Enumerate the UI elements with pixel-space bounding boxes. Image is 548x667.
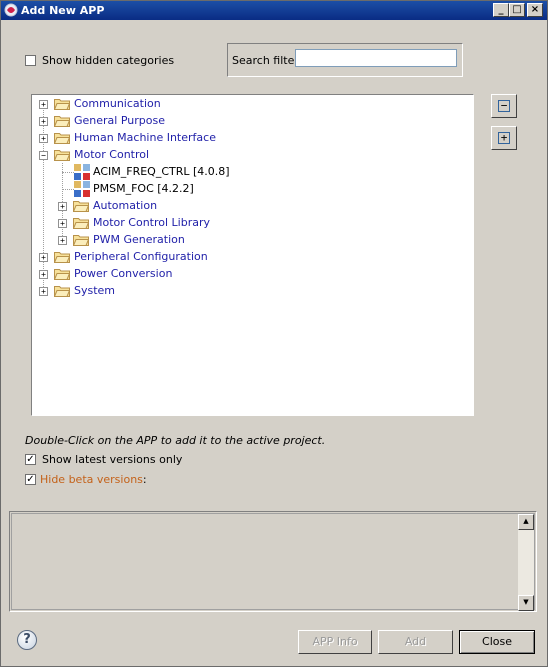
add-button[interactable]: Add (378, 630, 453, 654)
folder-open-icon (54, 150, 70, 161)
folder-icon (54, 133, 70, 144)
hide-beta-link[interactable]: Hide beta versions (40, 473, 143, 486)
tree-item-automation[interactable]: + Automation (32, 198, 472, 214)
folder-icon (73, 201, 89, 212)
tree-item-label: Power Conversion (74, 267, 173, 280)
tree-item-label: General Purpose (74, 114, 165, 127)
tree-item-label: ACIM_FREQ_CTRL [4.0.8] (93, 165, 230, 178)
scroll-down-arrow-icon[interactable]: ▼ (518, 595, 534, 611)
tree-item-pwm-generation[interactable]: + PWM Generation (32, 232, 472, 248)
expand-toggle[interactable]: + (39, 270, 48, 279)
tree-item-label: Motor Control (74, 148, 150, 161)
folder-icon (73, 235, 89, 246)
folder-icon (54, 99, 70, 110)
show-hidden-checkbox[interactable] (25, 55, 36, 66)
tree-item-motor-control[interactable]: − Motor Control (32, 147, 472, 163)
expand-toggle[interactable]: + (39, 134, 48, 143)
help-icon[interactable]: ? (17, 630, 37, 650)
app-logo-icon (4, 3, 18, 17)
hide-beta-colon: : (142, 473, 147, 486)
window-title: Add New APP (21, 4, 105, 17)
collapse-all-button[interactable]: − (491, 94, 517, 118)
tree-item-label: Communication (74, 97, 161, 110)
dialog-window: Add New APP _ □ × Show hidden categories… (0, 0, 548, 667)
folder-icon (73, 218, 89, 229)
search-filter-input[interactable] (295, 49, 457, 67)
expand-toggle[interactable]: + (58, 202, 67, 211)
tree-item-pmsm-foc[interactable]: PMSM_FOC [4.2.2] (32, 181, 472, 197)
expand-toggle[interactable]: + (39, 253, 48, 262)
expand-all-button[interactable]: + (491, 126, 517, 150)
tree-item-acim-freq-ctrl[interactable]: ACIM_FREQ_CTRL [4.0.8] (32, 164, 472, 180)
show-hidden-label: Show hidden categories (42, 54, 175, 67)
minimize-button[interactable]: _ (493, 3, 509, 17)
collapse-toggle[interactable]: − (39, 151, 48, 160)
hide-beta-checkbox[interactable]: ✓ (25, 474, 36, 485)
collapse-all-icon: − (498, 100, 510, 112)
tree-item-label: Peripheral Configuration (74, 250, 208, 263)
search-filter-label: Search filter (232, 54, 299, 67)
expand-toggle[interactable]: + (58, 236, 67, 245)
tree-item-label: Automation (93, 199, 158, 212)
expand-toggle[interactable]: + (39, 287, 48, 296)
tree-item-label: PWM Generation (93, 233, 185, 246)
app-component-icon (74, 164, 90, 180)
folder-icon (54, 269, 70, 280)
folder-icon (54, 252, 70, 263)
expand-all-icon: + (498, 132, 510, 144)
expand-toggle[interactable]: + (58, 219, 67, 228)
tree-item-peripheral-configuration[interactable]: + Peripheral Configuration (32, 249, 472, 265)
hint-text: Double-Click on the APP to add it to the… (25, 434, 326, 447)
show-latest-checkbox[interactable]: ✓ (25, 454, 36, 465)
close-window-button[interactable]: × (527, 3, 543, 17)
tree-item-label: Motor Control Library (93, 216, 211, 229)
show-latest-label: Show latest versions only (42, 453, 183, 466)
app-category-tree[interactable]: + Communication + General Purpose + Huma… (31, 94, 474, 416)
expand-toggle[interactable]: + (39, 117, 48, 126)
folder-icon (54, 116, 70, 127)
app-component-icon (74, 181, 90, 197)
tree-item-motor-control-library[interactable]: + Motor Control Library (32, 215, 472, 231)
maximize-button[interactable]: □ (509, 3, 525, 17)
hide-beta-label: Hide beta versions: (40, 473, 147, 486)
app-info-button[interactable]: APP Info (298, 630, 372, 654)
description-scrollbar[interactable]: ▲ ▼ (518, 514, 534, 611)
tree-item-system[interactable]: + System (32, 283, 472, 299)
folder-icon (54, 286, 70, 297)
expand-toggle[interactable]: + (39, 100, 48, 109)
app-description-panel[interactable]: ▲ ▼ (9, 511, 537, 612)
tree-item-power-conversion[interactable]: + Power Conversion (32, 266, 472, 282)
tree-item-label: PMSM_FOC [4.2.2] (93, 182, 194, 195)
title-bar[interactable]: Add New APP _ □ × (1, 1, 547, 20)
close-button[interactable]: Close (459, 630, 535, 654)
tree-item-communication[interactable]: + Communication (32, 96, 472, 112)
scroll-up-arrow-icon[interactable]: ▲ (518, 514, 534, 530)
tree-item-label: System (74, 284, 116, 297)
tree-item-label: Human Machine Interface (74, 131, 216, 144)
app-description-text: ▲ ▼ (11, 513, 535, 611)
tree-item-general-purpose[interactable]: + General Purpose (32, 113, 472, 129)
tree-item-human-machine-interface[interactable]: + Human Machine Interface (32, 130, 472, 146)
